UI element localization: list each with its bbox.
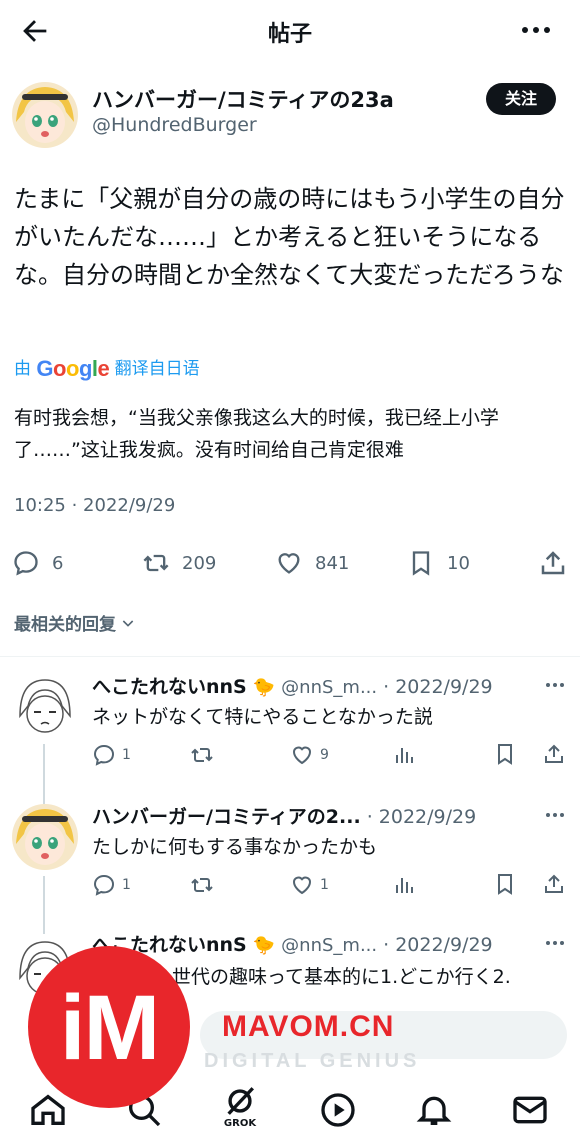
reply-views-action[interactable] — [392, 872, 422, 898]
reply-like-action[interactable]: 1 — [290, 872, 329, 898]
reply-reply-count: 1 — [122, 747, 131, 763]
watermark-logo-text: iM — [59, 977, 160, 1079]
reply-author-name[interactable]: ハンバーガー/コミティアの2... — [92, 802, 361, 829]
reply-text: ネットがなくて特にやることなかった説 — [92, 706, 433, 728]
heart-icon — [278, 553, 300, 574]
reply-stat[interactable]: 6 — [12, 546, 63, 580]
translate-prefix: 由 — [14, 359, 31, 379]
bookmark-icon[interactable] — [493, 742, 517, 766]
reply-reply-action[interactable]: 1 — [92, 742, 131, 768]
grok-label: GROK — [223, 1118, 257, 1129]
more-horizontal-icon[interactable] — [518, 18, 554, 42]
share-icon[interactable] — [538, 548, 568, 578]
translation-attribution[interactable]: 由 Google 翻译自日语 — [14, 354, 200, 382]
google-logo: Google — [36, 356, 110, 381]
duck-emoji-icon: 🐤 — [252, 935, 276, 956]
translate-suffix: 翻译自日语 — [114, 359, 200, 379]
watermark-tagline: DIGITAL GENIUS — [204, 1050, 421, 1072]
video-play-icon[interactable] — [318, 1090, 358, 1130]
page-title: 帖子 — [267, 22, 312, 47]
reply-sort-dropdown[interactable]: 最相关的回复 — [14, 610, 136, 635]
reply-header: へこたれないnnS 🐤 @nnS_m... · 2022/9/29 — [92, 930, 493, 957]
sort-label: 最相关的回复 — [14, 615, 116, 635]
reply-like-action[interactable]: 9 — [290, 742, 329, 768]
repost-icon — [143, 554, 169, 572]
reply-count: 6 — [52, 552, 64, 574]
bookmark-count: 10 — [447, 552, 470, 574]
reply-author-handle[interactable]: @nnS_m... — [281, 935, 377, 956]
mail-icon[interactable] — [510, 1090, 550, 1130]
translated-text: 有时我会想，“当我父亲像我这么大的时候，我已经上小学了……”这让我发疯。没有时间… — [14, 407, 499, 461]
top-bar: 帖子 — [0, 0, 580, 62]
bookmark-icon[interactable] — [493, 872, 517, 896]
chevron-down-icon — [122, 619, 134, 627]
heart-icon — [292, 876, 312, 895]
reply-avatar[interactable] — [12, 672, 78, 738]
reply-like-count: 9 — [320, 747, 329, 763]
reply-header: ハンバーガー/コミティアの2... · 2022/9/29 — [92, 802, 476, 829]
reply-header: へこたれないnnS 🐤 @nnS_m... · 2022/9/29 — [92, 672, 493, 699]
author-avatar[interactable] — [12, 82, 78, 148]
thread-line — [43, 744, 45, 804]
duck-emoji-icon: 🐤 — [252, 677, 276, 698]
reply-views-action[interactable] — [392, 742, 422, 768]
reply-date[interactable]: · 2022/9/29 — [367, 806, 477, 828]
reply-date[interactable]: · 2022/9/29 — [383, 676, 493, 698]
share-icon[interactable] — [542, 742, 566, 766]
reply-reply-action[interactable]: 1 — [92, 872, 131, 898]
reply-author-handle[interactable]: @nnS_m... — [281, 677, 377, 698]
post-text: たまに「父親が自分の歳の時にはもう小学生の自分がいたんだな……」とか考えると狂い… — [14, 185, 565, 289]
like-stat[interactable]: 841 — [275, 546, 349, 580]
thread-line — [43, 876, 45, 934]
heart-icon — [292, 746, 312, 765]
reply-more-icon[interactable] — [544, 808, 566, 822]
divider — [0, 656, 580, 657]
bookmark-stat[interactable]: 10 — [407, 546, 470, 580]
reply-icon — [93, 874, 115, 896]
views-icon — [396, 748, 413, 763]
bell-icon[interactable] — [414, 1090, 454, 1130]
author-name[interactable]: ハンバーガー/コミティアの23a — [92, 84, 394, 114]
reply-text: 世代の趣味って基本的に1.どこか行く2. — [172, 966, 511, 988]
reply-reply-count: 1 — [122, 877, 131, 893]
reply-like-count: 1 — [320, 877, 329, 893]
reply-date[interactable]: · 2022/9/29 — [383, 934, 493, 956]
reply-more-icon[interactable] — [544, 678, 566, 692]
follow-button[interactable]: 关注 — [486, 83, 556, 115]
repost-count: 209 — [182, 552, 217, 574]
post-timestamp[interactable]: 10:25 · 2022/9/29 — [14, 495, 175, 516]
share-icon[interactable] — [542, 872, 566, 896]
reply-repost-action[interactable] — [190, 742, 220, 768]
repost-icon — [191, 748, 213, 762]
repost-icon — [191, 878, 213, 892]
watermark-brand: MAVOM.CN — [222, 1010, 395, 1043]
reply-repost-action[interactable] — [190, 872, 220, 898]
repost-stat[interactable]: 209 — [142, 546, 216, 580]
views-icon — [396, 878, 413, 893]
author-handle[interactable]: @HundredBurger — [92, 114, 257, 136]
reply-icon — [93, 744, 115, 766]
grok-icon[interactable] — [220, 1084, 260, 1118]
reply-more-icon[interactable] — [544, 936, 566, 950]
reply-icon — [14, 551, 38, 576]
bookmark-icon — [412, 551, 430, 576]
like-count: 841 — [315, 552, 350, 574]
reply-text: たしかに何もする事なかったかも — [92, 836, 378, 858]
reply-author-name[interactable]: へこたれないnnS — [92, 672, 247, 699]
home-icon[interactable] — [28, 1090, 68, 1130]
reply-avatar[interactable] — [12, 804, 78, 870]
